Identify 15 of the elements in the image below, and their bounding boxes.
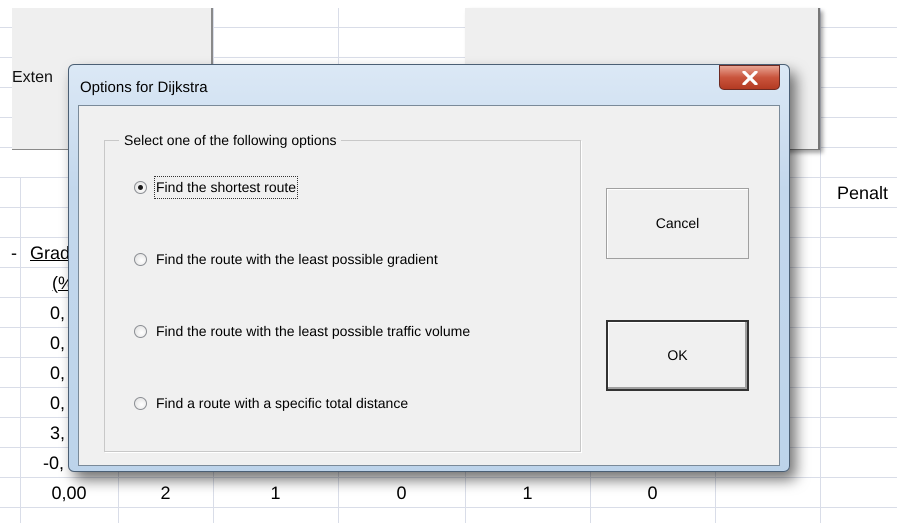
- table-cell-text: 0,: [50, 332, 66, 354]
- table-cell-text: 1: [270, 482, 280, 504]
- table-cell-text: 0: [396, 482, 406, 504]
- table-cell-text: 0: [647, 482, 658, 504]
- table-cell-text: 0,: [50, 362, 66, 384]
- table-cell-text: -0,: [43, 452, 64, 474]
- table-cell-text: 0,: [50, 302, 66, 324]
- table-cell-text: 0,: [50, 392, 66, 414]
- window-title: Options for Dijkstra: [80, 78, 208, 98]
- table-cell-text: 0,00: [51, 482, 87, 504]
- table-cell-text: 2: [160, 482, 170, 504]
- table-cell-text: 1: [522, 482, 532, 504]
- table-cell-text: 3,: [50, 422, 66, 444]
- table-cell-text: -: [11, 242, 17, 264]
- table-cell-text: Penalt: [837, 182, 888, 204]
